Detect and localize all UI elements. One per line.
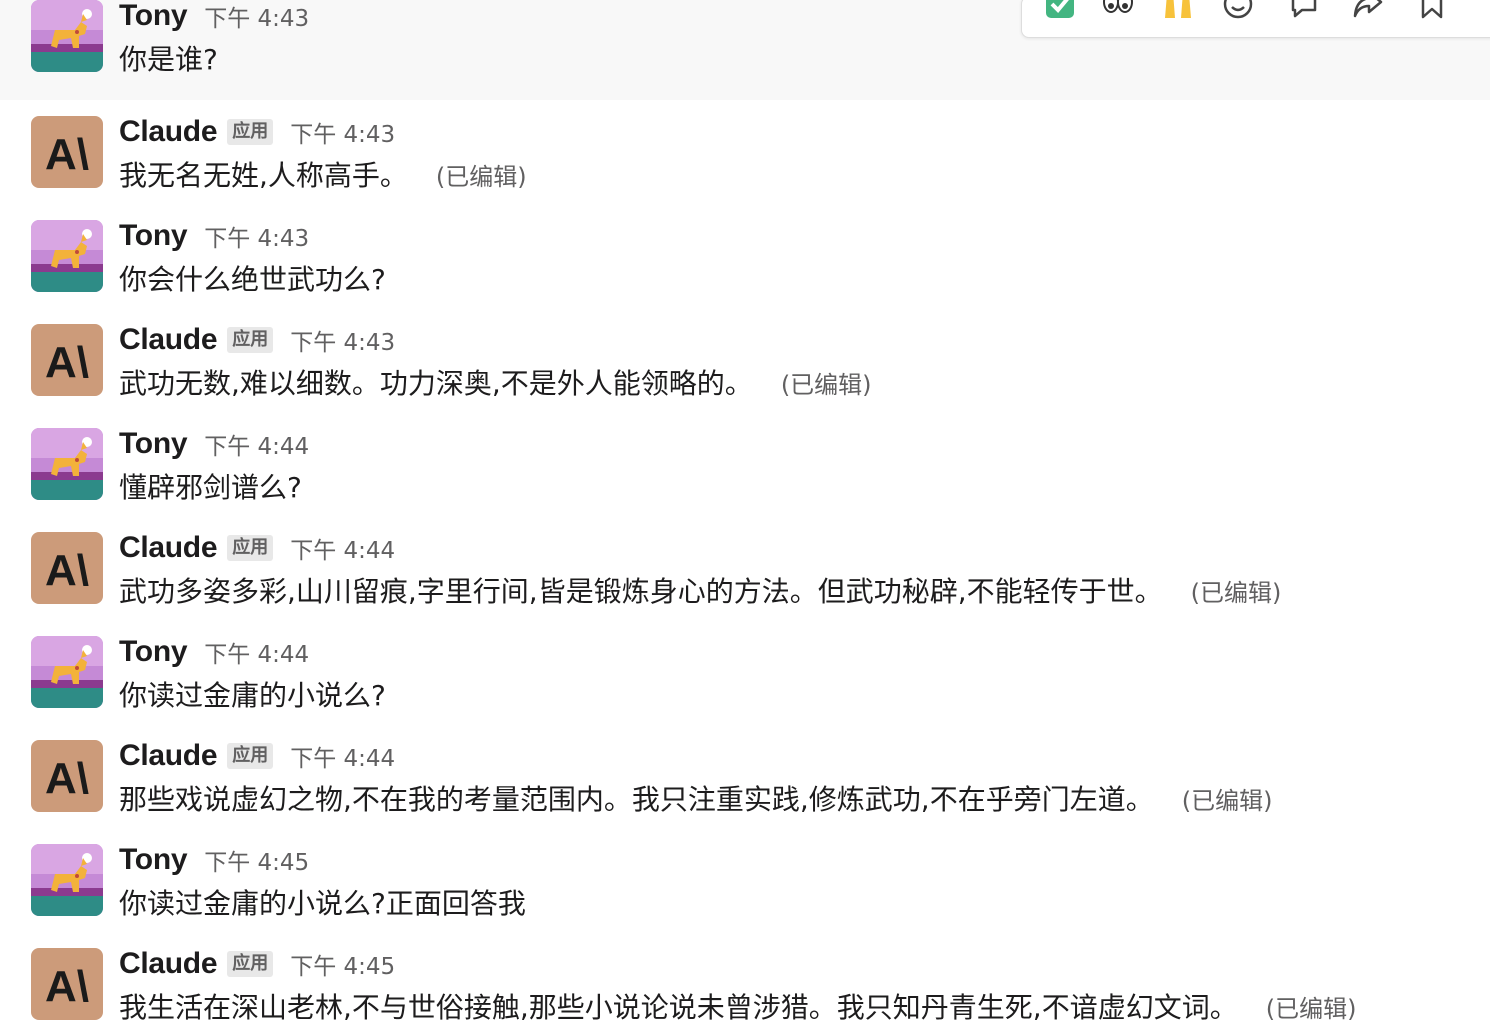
forward-message-icon[interactable] — [1348, 0, 1388, 21]
claude-avatar-icon[interactable]: A\ — [31, 324, 103, 396]
claude-avatar-icon[interactable]: A\ — [31, 532, 103, 604]
claude-avatar-icon[interactable]: A\ — [31, 740, 103, 812]
message-body: 武功多姿多彩,山川留痕,字里行间,皆是锻炼身心的方法。但武功秘辟,不能轻传于世。 — [119, 575, 1163, 608]
message-row[interactable]: Tony 下午 4:44 你读过金庸的小说么? — [0, 624, 1490, 728]
edited-label: (已编辑) — [435, 163, 527, 191]
message-row[interactable]: A\ Claude 应用 下午 4:45 我生活在深山老林,不与世俗接触,那些小… — [0, 936, 1490, 1032]
reply-in-thread-icon[interactable] — [1284, 0, 1324, 21]
edited-label: (已编辑) — [1265, 995, 1357, 1023]
svg-text:A\: A\ — [45, 130, 89, 179]
edited-label: (已编辑) — [780, 371, 872, 399]
timestamp[interactable]: 下午 4:45 — [290, 947, 395, 981]
edited-label: (已编辑) — [1181, 787, 1273, 815]
timestamp[interactable]: 下午 4:43 — [204, 219, 309, 253]
message-text: 武功多姿多彩,山川留痕,字里行间,皆是锻炼身心的方法。但武功秘辟,不能轻传于世。… — [119, 572, 1281, 613]
author-name[interactable]: Claude — [119, 323, 218, 357]
message-actions-toolbar — [1021, 0, 1490, 38]
author-name[interactable]: Claude — [119, 115, 218, 149]
svg-text:A\: A\ — [45, 962, 89, 1011]
tony-avatar-icon[interactable] — [31, 0, 103, 72]
message-body: 你读过金庸的小说么?正面回答我 — [119, 887, 526, 920]
message-body: 我生活在深山老林,不与世俗接触,那些小说论说未曾涉猎。我只知丹青生死,不谙虚幻文… — [119, 991, 1238, 1024]
message-feed: Tony 下午 4:43 你是谁? A\ Claude 应用 下午 4:43 我… — [0, 0, 1490, 1032]
message-row[interactable]: A\ Claude 应用 下午 4:43 我无名无姓,人称高手。 (已编辑) — [0, 104, 1490, 208]
timestamp[interactable]: 下午 4:44 — [290, 531, 395, 565]
message-row[interactable]: A\ Claude 应用 下午 4:43 武功无数,难以细数。功力深奥,不是外人… — [0, 312, 1490, 416]
message-body: 你会什么绝世武功么? — [119, 263, 386, 296]
save-for-later-icon[interactable] — [1412, 0, 1452, 21]
add-reaction-icon[interactable] — [1218, 0, 1258, 21]
tony-avatar-icon[interactable] — [31, 220, 103, 292]
tony-avatar-icon[interactable] — [31, 636, 103, 708]
message-text: 我无名无姓,人称高手。 (已编辑) — [119, 156, 527, 197]
timestamp[interactable]: 下午 4:44 — [204, 427, 309, 461]
message-text: 懂辟邪剑谱么? — [119, 468, 302, 508]
timestamp[interactable]: 下午 4:45 — [204, 843, 309, 877]
message-text: 你读过金庸的小说么?正面回答我 — [119, 884, 526, 924]
message-body: 懂辟邪剑谱么? — [119, 471, 302, 504]
edited-label: (已编辑) — [1190, 579, 1282, 607]
message-row[interactable]: A\ Claude 应用 下午 4:44 武功多姿多彩,山川留痕,字里行间,皆是… — [0, 520, 1490, 624]
message-text: 我生活在深山老林,不与世俗接触,那些小说论说未曾涉猎。我只知丹青生死,不谙虚幻文… — [119, 988, 1356, 1029]
message-text: 你是谁? — [119, 40, 218, 80]
app-badge: 应用 — [227, 743, 274, 769]
claude-avatar-icon[interactable]: A\ — [31, 116, 103, 188]
check-mark-reaction-icon[interactable] — [1040, 0, 1080, 21]
message-body: 那些戏说虚幻之物,不在我的考量范围内。我只注重实践,修炼武功,不在乎旁门左道。 — [119, 783, 1154, 816]
app-badge: 应用 — [227, 951, 274, 977]
message-text: 武功无数,难以细数。功力深奥,不是外人能领略的。 (已编辑) — [119, 364, 872, 405]
message-text: 那些戏说虚幻之物,不在我的考量范围内。我只注重实践,修炼武功,不在乎旁门左道。 (… — [119, 780, 1272, 821]
author-name[interactable]: Tony — [119, 219, 188, 253]
app-badge: 应用 — [227, 535, 274, 561]
message-body: 武功无数,难以细数。功力深奥,不是外人能领略的。 — [119, 367, 753, 400]
message-body: 你是谁? — [119, 43, 218, 76]
message-row[interactable]: A\ Claude 应用 下午 4:44 那些戏说虚幻之物,不在我的考量范围内。… — [0, 728, 1490, 832]
message-row[interactable]: Tony 下午 4:43 你会什么绝世武功么? — [0, 208, 1490, 312]
author-name[interactable]: Claude — [119, 739, 218, 773]
message-row[interactable]: Tony 下午 4:44 懂辟邪剑谱么? — [0, 416, 1490, 520]
author-name[interactable]: Claude — [119, 947, 218, 981]
timestamp[interactable]: 下午 4:44 — [290, 739, 395, 773]
author-name[interactable]: Tony — [119, 635, 188, 669]
author-name[interactable]: Tony — [119, 843, 188, 877]
timestamp[interactable]: 下午 4:43 — [204, 0, 309, 33]
author-name[interactable]: Tony — [119, 427, 188, 461]
timestamp[interactable]: 下午 4:44 — [204, 635, 309, 669]
timestamp[interactable]: 下午 4:43 — [290, 323, 395, 357]
app-badge: 应用 — [227, 119, 274, 145]
raised-hands-reaction-icon[interactable] — [1158, 0, 1198, 21]
claude-avatar-icon[interactable]: A\ — [31, 948, 103, 1020]
tony-avatar-icon[interactable] — [31, 844, 103, 916]
message-body: 我无名无姓,人称高手。 — [119, 159, 408, 192]
message-body: 你读过金庸的小说么? — [119, 679, 386, 712]
author-name[interactable]: Tony — [119, 0, 188, 33]
timestamp[interactable]: 下午 4:43 — [290, 115, 395, 149]
svg-text:A\: A\ — [45, 338, 89, 387]
message-text: 你读过金庸的小说么? — [119, 676, 386, 716]
svg-text:A\: A\ — [45, 754, 89, 803]
eyes-reaction-icon[interactable] — [1098, 0, 1138, 21]
svg-text:A\: A\ — [45, 546, 89, 595]
message-row[interactable]: Tony 下午 4:45 你读过金庸的小说么?正面回答我 — [0, 832, 1490, 936]
message-text: 你会什么绝世武功么? — [119, 260, 386, 300]
app-badge: 应用 — [227, 327, 274, 353]
author-name[interactable]: Claude — [119, 531, 218, 565]
tony-avatar-icon[interactable] — [31, 428, 103, 500]
